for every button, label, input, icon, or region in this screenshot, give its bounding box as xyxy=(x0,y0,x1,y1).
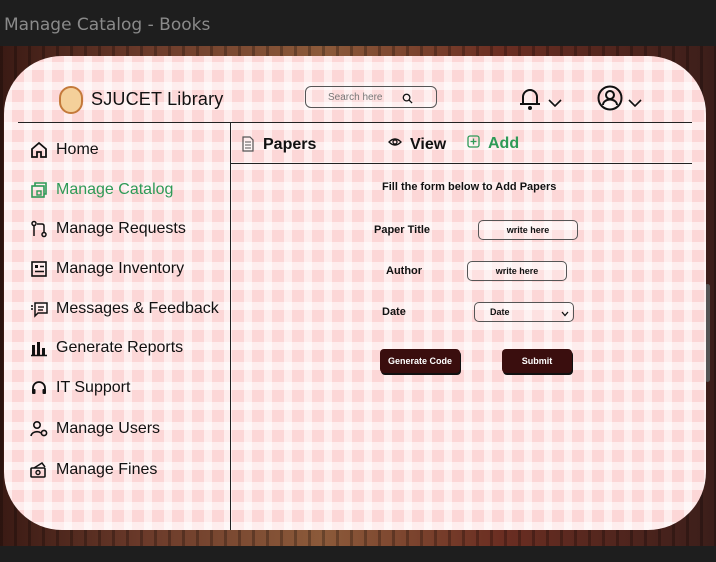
sidebar-item-label: Manage Users xyxy=(56,420,161,437)
sidebar-item-manage-catalog[interactable]: Manage Catalog xyxy=(30,178,173,202)
sidebar-item-it-support[interactable]: IT Support xyxy=(30,376,130,400)
users-icon xyxy=(30,420,48,438)
library-logo xyxy=(59,86,83,114)
eye-icon xyxy=(388,135,402,154)
inventory-icon xyxy=(30,260,48,278)
window-titlebar: Manage Catalog - Books xyxy=(0,0,716,46)
search-icon[interactable] xyxy=(402,91,413,109)
sidebar-item-generate-reports[interactable]: Generate Reports xyxy=(30,336,183,360)
sidebar-item-home[interactable]: Home xyxy=(30,138,99,162)
user-avatar-icon[interactable] xyxy=(596,84,624,117)
add-button-label: Add xyxy=(488,135,520,152)
sidebar-divider xyxy=(230,122,231,530)
search-bar[interactable]: Search here xyxy=(305,86,437,108)
requests-icon xyxy=(30,220,48,238)
sidebar-item-manage-requests[interactable]: Manage Requests xyxy=(30,217,186,241)
window-bottom-bar xyxy=(0,546,716,562)
header-divider xyxy=(18,122,692,123)
sidebar-item-manage-inventory[interactable]: Manage Inventory xyxy=(30,257,184,281)
date-label: Date xyxy=(382,306,406,318)
sidebar-item-label: Messages & Feedback xyxy=(56,300,219,317)
generate-code-button[interactable]: Generate Code xyxy=(380,349,460,373)
library-app-card: SJUCET Library Search here Home Manage C… xyxy=(4,56,706,530)
add-button[interactable]: Add xyxy=(467,135,519,153)
sidebar-item-label: Manage Inventory xyxy=(56,260,185,277)
section-title: Papers xyxy=(263,136,317,153)
submit-button[interactable]: Submit xyxy=(502,349,572,373)
content-header-divider xyxy=(231,163,692,164)
sidebar-item-label: Generate Reports xyxy=(56,339,184,356)
catalog-icon xyxy=(30,181,48,199)
form-heading: Fill the form below to Add Papers xyxy=(382,181,557,193)
sidebar-item-label: Manage Catalog xyxy=(56,181,174,198)
fines-icon xyxy=(30,461,48,479)
sidebar-item-label: Manage Requests xyxy=(56,220,186,237)
document-icon xyxy=(242,136,254,157)
sidebar-item-label: Manage Fines xyxy=(56,461,158,478)
author-label: Author xyxy=(386,265,423,277)
sidebar-item-label: IT Support xyxy=(56,379,131,396)
chevron-down-icon xyxy=(561,309,569,319)
paper-title-field[interactable]: write here xyxy=(478,220,578,240)
search-input[interactable]: Search here xyxy=(328,92,382,103)
window-title: Manage Catalog - Books xyxy=(4,15,211,35)
home-icon xyxy=(30,141,48,159)
date-select-value: Date xyxy=(490,307,510,317)
view-button-label: View xyxy=(410,135,447,153)
view-button[interactable]: View xyxy=(388,135,446,154)
reports-icon xyxy=(30,339,48,357)
library-name: SJUCET Library xyxy=(91,89,224,109)
sidebar-item-manage-users[interactable]: Manage Users xyxy=(30,417,160,441)
sidebar-item-label: Home xyxy=(56,141,99,158)
plus-square-icon xyxy=(467,135,480,153)
messages-icon xyxy=(30,300,48,318)
sidebar-item-messages-feedback[interactable]: Messages & Feedback xyxy=(30,297,219,321)
sidebar-item-manage-fines[interactable]: Manage Fines xyxy=(30,458,157,482)
headset-icon xyxy=(30,379,48,397)
author-field[interactable]: write here xyxy=(467,261,567,281)
bell-icon[interactable] xyxy=(516,84,544,117)
notifications-chevron-down-icon[interactable] xyxy=(548,95,562,113)
profile-chevron-down-icon[interactable] xyxy=(628,95,642,113)
paper-title-label: Paper Title xyxy=(374,224,431,236)
date-select[interactable]: Date xyxy=(474,302,574,322)
